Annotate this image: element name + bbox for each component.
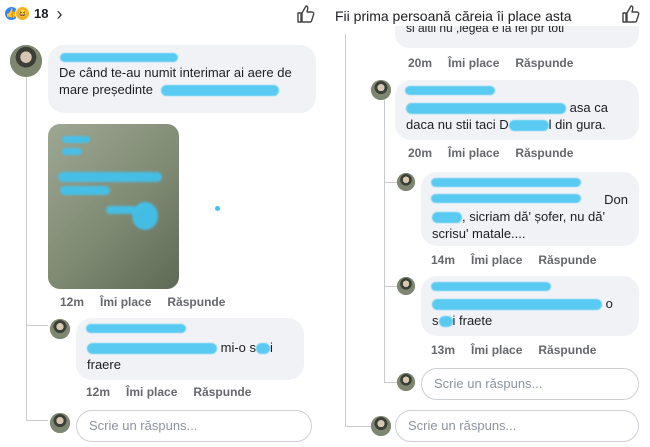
reply-actions: 14m Îmi place Răspunde bbox=[431, 253, 596, 267]
comment-actions: 20m Îmi place Răspunde bbox=[408, 56, 573, 70]
avatar[interactable] bbox=[50, 319, 70, 339]
comment-text-c: l din gura. bbox=[548, 117, 606, 132]
reply-time[interactable]: 12m bbox=[86, 385, 110, 399]
comment-text-b: , sicriam dă' șofer, nu dă' bbox=[462, 209, 605, 224]
reply-branch bbox=[345, 426, 371, 427]
redacted-text bbox=[160, 85, 279, 97]
likes-header: Fii prima persoană căreia îi place asta bbox=[335, 8, 572, 24]
like-link[interactable]: Îmi place bbox=[126, 385, 177, 399]
reply-time[interactable]: 14m bbox=[431, 253, 455, 267]
thread-line bbox=[384, 100, 385, 382]
redacted-text bbox=[432, 212, 462, 224]
comment-text-b: s bbox=[432, 313, 439, 328]
comment-text-line2: mare președinte bbox=[59, 82, 153, 97]
like-link[interactable]: Îmi place bbox=[471, 343, 522, 357]
comment-actions: 12m Îmi place Răspunde bbox=[60, 295, 225, 309]
avatar[interactable] bbox=[371, 80, 391, 100]
comment-text-line1: De când te-au numit interimar ai aere de bbox=[59, 65, 292, 80]
reactions-bar: 👍 😆 18 › bbox=[0, 0, 321, 30]
redacted-text bbox=[508, 120, 549, 132]
comment-text-a: o bbox=[605, 296, 613, 311]
comment-time[interactable]: 20m bbox=[408, 56, 432, 70]
left-comments-panel: 👍 😆 18 › De când te-au numit interimar a… bbox=[0, 0, 321, 447]
reply-actions: 12m Îmi place Răspunde bbox=[86, 385, 251, 399]
attached-photo[interactable] bbox=[48, 124, 179, 289]
avatar[interactable] bbox=[371, 416, 391, 436]
thread-line bbox=[26, 75, 27, 420]
haha-reaction-icon: 😆 bbox=[15, 6, 30, 21]
reply-link[interactable]: Răspunde bbox=[538, 253, 596, 267]
thumbs-up-outline-icon[interactable] bbox=[621, 4, 641, 24]
reply-input[interactable]: Scrie un răspuns... bbox=[76, 410, 312, 442]
redacted-name bbox=[405, 86, 495, 95]
comment-bubble: asa ca daca nu stii taci D l din gura. bbox=[395, 80, 639, 140]
reply-input[interactable]: Scrie un răspuns... bbox=[421, 368, 639, 400]
comment-time[interactable]: 20m bbox=[408, 146, 432, 160]
redacted-text bbox=[87, 343, 217, 355]
redaction-dot bbox=[215, 206, 220, 211]
comment-text: si altii nu ,legea e la fel ptr toti bbox=[406, 26, 565, 35]
reply-link[interactable]: Răspunde bbox=[167, 295, 225, 309]
reply-text-line2: fraere bbox=[87, 357, 121, 372]
reply-text-mid: mi-o s bbox=[220, 340, 257, 355]
comment-text-c: scrisu' matale.... bbox=[432, 226, 526, 241]
avatar[interactable] bbox=[10, 45, 42, 77]
comment-actions: 20m Îmi place Răspunde bbox=[408, 146, 573, 160]
comment-time[interactable]: 12m bbox=[60, 295, 84, 309]
avatar[interactable] bbox=[50, 413, 70, 433]
like-link[interactable]: Îmi place bbox=[448, 56, 499, 70]
thumbs-up-outline-icon[interactable] bbox=[296, 4, 316, 24]
reply-bubble: mi-o s i fraere bbox=[76, 318, 304, 380]
avatar[interactable] bbox=[397, 277, 415, 295]
comment-text-c: i fraete bbox=[452, 313, 493, 328]
comment-text-a: asa ca bbox=[569, 100, 608, 115]
redacted-name bbox=[60, 53, 178, 62]
reply-bubble: Don , sicriam dă' șofer, nu dă' scrisu' … bbox=[421, 172, 639, 246]
redacted-name bbox=[86, 324, 186, 333]
comment-bubble: De când te-au numit interimar ai aere de… bbox=[48, 45, 316, 113]
reply-link[interactable]: Răspunde bbox=[538, 343, 596, 357]
reply-text-end: i bbox=[270, 340, 273, 355]
redacted-name bbox=[431, 178, 581, 187]
reply-branch bbox=[384, 182, 398, 183]
panel-divider bbox=[321, 0, 329, 447]
reply-link[interactable]: Răspunde bbox=[515, 146, 573, 160]
reply-input[interactable]: Scrie un răspuns... bbox=[395, 410, 639, 442]
redacted-text bbox=[438, 316, 453, 328]
reply-branch bbox=[26, 325, 48, 326]
reply-branch bbox=[26, 420, 48, 421]
avatar[interactable] bbox=[397, 173, 415, 191]
right-comments-panel: Fii prima persoană căreia îi place asta … bbox=[329, 0, 650, 447]
reply-branch bbox=[384, 382, 398, 383]
redacted-name bbox=[431, 282, 551, 291]
reply-time[interactable]: 13m bbox=[431, 343, 455, 357]
chevron-right-icon[interactable]: › bbox=[56, 5, 62, 23]
reaction-count: 18 bbox=[34, 6, 49, 21]
reaction-summary[interactable]: 👍 😆 18 › bbox=[4, 5, 62, 23]
thread-line bbox=[345, 34, 346, 426]
reply-branch bbox=[384, 286, 398, 287]
comment-bubble: si altii nu ,legea e la fel ptr toti bbox=[395, 26, 639, 48]
like-link[interactable]: Îmi place bbox=[471, 253, 522, 267]
redacted-text bbox=[406, 103, 566, 115]
like-link[interactable]: Îmi place bbox=[100, 295, 151, 309]
redacted-text bbox=[431, 194, 581, 203]
reply-bubble: o s i fraete bbox=[421, 276, 639, 336]
reply-link[interactable]: Răspunde bbox=[193, 385, 251, 399]
reply-link[interactable]: Răspunde bbox=[515, 56, 573, 70]
like-link[interactable]: Îmi place bbox=[448, 146, 499, 160]
redacted-text bbox=[256, 343, 271, 355]
avatar[interactable] bbox=[397, 373, 415, 391]
reply-actions: 13m Îmi place Răspunde bbox=[431, 343, 596, 357]
redacted-text bbox=[432, 299, 602, 311]
comment-text-b: daca nu stii taci D bbox=[406, 117, 509, 132]
